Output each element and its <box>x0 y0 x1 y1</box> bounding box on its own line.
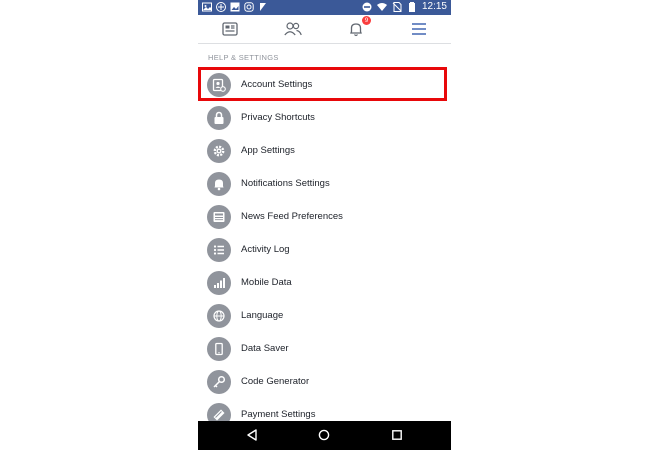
news-feed-icon <box>222 22 238 36</box>
friends-icon <box>284 22 302 36</box>
menu-item-label: Language <box>241 310 284 321</box>
menu-item-language[interactable]: Language <box>198 299 451 332</box>
download-icon <box>260 3 266 11</box>
menu-item-label: Activity Log <box>241 244 290 255</box>
notification-badge: 9 <box>362 16 371 25</box>
menu-item-privacy-shortcuts[interactable]: Privacy Shortcuts <box>198 101 451 134</box>
key-icon <box>207 369 231 394</box>
menu-item-label: Code Generator <box>241 376 310 387</box>
lock-icon <box>207 105 231 130</box>
menu-item-data-saver[interactable]: Data Saver <box>198 332 451 365</box>
battery-icon <box>408 2 415 12</box>
status-bar: 12:15 <box>198 0 451 15</box>
menu-item-notifications-settings[interactable]: Notifications Settings <box>198 167 451 200</box>
recents-button[interactable] <box>390 428 404 442</box>
menu-tab[interactable] <box>408 18 430 40</box>
instagram-icon <box>244 2 254 12</box>
globe-icon <box>207 303 231 328</box>
menu-item-activity-log[interactable]: Activity Log <box>198 233 451 266</box>
gallery-icon <box>202 2 212 12</box>
menu-item-label: Mobile Data <box>241 277 292 288</box>
account-settings-icon <box>207 72 231 97</box>
signal-bars-icon <box>207 270 231 295</box>
menu-item-label: Data Saver <box>241 343 289 354</box>
home-icon <box>318 429 330 441</box>
bell-icon <box>350 23 362 37</box>
recents-icon <box>392 430 402 440</box>
gear-icon <box>207 138 231 163</box>
no-sim-icon <box>392 2 402 12</box>
phone-icon <box>207 336 231 361</box>
friends-tab[interactable] <box>282 18 304 40</box>
android-nav-bar <box>198 421 451 450</box>
news-feed-icon <box>207 204 231 229</box>
menu-item-label: Privacy Shortcuts <box>241 112 315 123</box>
back-button[interactable] <box>245 428 259 442</box>
menu-item-label: Payment Settings <box>241 409 316 420</box>
menu-item-account-settings[interactable]: Account Settings <box>198 68 451 101</box>
menu-item-news-feed-preferences[interactable]: News Feed Preferences <box>198 200 451 233</box>
list-icon <box>207 237 231 262</box>
top-nav-bar: 9 <box>198 15 451 44</box>
menu-item-label: Notifications Settings <box>241 178 330 189</box>
hamburger-menu-icon <box>412 23 426 35</box>
wifi-icon <box>376 3 387 11</box>
menu-item-code-generator[interactable]: Code Generator <box>198 365 451 398</box>
clock: 12:15 <box>421 1 447 12</box>
menu-item-label: App Settings <box>241 145 295 156</box>
section-header: HELP & SETTINGS <box>208 53 279 62</box>
back-icon <box>247 429 257 441</box>
menu-item-mobile-data[interactable]: Mobile Data <box>198 266 451 299</box>
game-icon <box>216 2 226 12</box>
news-feed-tab[interactable] <box>219 18 241 40</box>
do-not-disturb-icon <box>362 2 372 12</box>
home-button[interactable] <box>317 428 331 442</box>
phone-screen: 12:15 9 HELP & SETTINGS Account Settings… <box>198 0 451 450</box>
photo-icon <box>230 2 240 12</box>
settings-menu-list: Account Settings Privacy Shortcuts App S… <box>198 68 451 431</box>
menu-item-app-settings[interactable]: App Settings <box>198 134 451 167</box>
menu-item-label: News Feed Preferences <box>241 211 343 222</box>
bell-icon <box>207 171 231 196</box>
notifications-tab[interactable]: 9 <box>345 16 371 40</box>
menu-item-label: Account Settings <box>241 79 313 90</box>
